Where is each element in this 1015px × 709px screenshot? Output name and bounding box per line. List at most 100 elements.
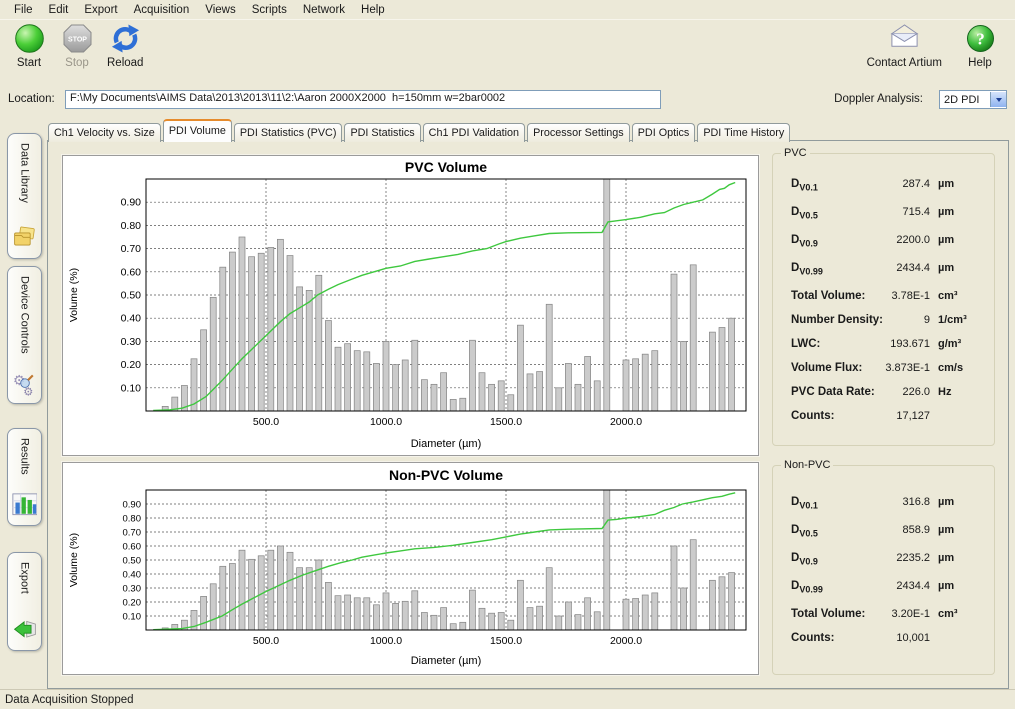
tab-ch1-pdi-validation[interactable]: Ch1 PDI Validation [423, 123, 525, 142]
stat-unit: cm/s [938, 362, 982, 374]
tab-strip: Ch1 Velocity vs. SizePDI VolumePDI Stati… [48, 119, 792, 141]
stat-unit: 1/cm³ [938, 314, 982, 326]
stat-label: Total Volume: [791, 608, 865, 620]
stat-row-dv0-99: DV0.992434.4µm [773, 262, 994, 290]
pvc-stats-group: PVCDV0.1287.4µmDV0.5715.4µmDV0.92200.0µm… [772, 153, 995, 446]
location-row: Location: F:\My Documents\AIMS Data\2013… [0, 88, 1015, 114]
svg-text:Volume (%): Volume (%) [68, 268, 80, 322]
reload-icon [110, 23, 141, 54]
sidebar-item-export[interactable]: Export [7, 552, 42, 651]
stat-value: 2434.4 [823, 580, 930, 592]
stat-value: 2200.0 [818, 234, 930, 246]
stop-icon: STOP [62, 23, 93, 54]
tab-ch1-velocity-vs-size[interactable]: Ch1 Velocity vs. Size [48, 123, 161, 142]
stat-unit: µm [938, 178, 982, 190]
stat-label: Total Volume: [791, 290, 865, 302]
stat-row-dv0-5: DV0.5715.4µm [773, 206, 994, 234]
stat-value: 858.9 [818, 524, 930, 536]
menu-item-export[interactable]: Export [76, 2, 125, 18]
svg-text:PVC Volume: PVC Volume [405, 159, 487, 175]
sidebar-item-device-controls[interactable]: Device Controls⚙⚙ [7, 266, 42, 404]
svg-text:0.90: 0.90 [121, 197, 142, 209]
chevron-down-icon[interactable] [990, 92, 1006, 107]
location-input[interactable]: F:\My Documents\AIMS Data\2013\2013\11\2… [65, 90, 661, 109]
reload-label: Reload [107, 57, 143, 69]
svg-text:0.80: 0.80 [121, 220, 142, 232]
stat-row-dv0-1: DV0.1316.8µm [773, 496, 994, 524]
stat-label: DV0.5 [791, 206, 818, 220]
menu-item-scripts[interactable]: Scripts [244, 2, 295, 18]
svg-text:Non-PVC Volume: Non-PVC Volume [389, 467, 503, 483]
stat-unit: cm³ [938, 290, 982, 302]
svg-text:1000.0: 1000.0 [370, 635, 402, 647]
stat-value: 193.671 [820, 338, 930, 350]
menu-item-edit[interactable]: Edit [41, 2, 77, 18]
envelope-icon [889, 23, 920, 54]
svg-text:1500.0: 1500.0 [490, 635, 522, 647]
stat-label: Counts: [791, 410, 834, 422]
help-label: Help [968, 57, 992, 69]
stat-value: 287.4 [818, 178, 930, 190]
stat-label: DV0.99 [791, 580, 823, 594]
svg-text:0.60: 0.60 [123, 542, 142, 553]
svg-text:500.0: 500.0 [253, 416, 279, 428]
stat-row-dv0-5: DV0.5858.9 µm [773, 524, 994, 552]
contact-artium-label: Contact Artium [867, 57, 942, 69]
svg-text:0.40: 0.40 [123, 570, 142, 581]
non-pvc-volume-chart: 0.100.200.300.400.500.600.700.800.90500.… [62, 462, 759, 675]
stat-unit: cm³ [938, 608, 982, 620]
stat-unit: µm [938, 524, 982, 536]
status-text: Data Acquisition Stopped [5, 694, 134, 706]
svg-text:0.70: 0.70 [121, 243, 142, 255]
sidebar-item-data-library[interactable]: Data Library [7, 133, 42, 259]
stat-row-number-density: Number Density:91/cm³ [773, 314, 994, 338]
tab-pdi-statistics-pvc[interactable]: PDI Statistics (PVC) [234, 123, 343, 142]
stat-value: 3.873E-1 [862, 362, 930, 374]
non-pvc-stats-group: Non-PVCDV0.1316.8µmDV0.5858.9µmDV0.92235… [772, 465, 995, 675]
menu-item-help[interactable]: Help [353, 2, 393, 18]
help-button[interactable]: ? Help [959, 22, 1001, 70]
menu-item-views[interactable]: Views [197, 2, 243, 18]
svg-text:Volume (%): Volume (%) [68, 533, 80, 587]
doppler-analysis-select[interactable]: 2D PDI [939, 90, 1007, 109]
tab-pdi-optics[interactable]: PDI Optics [632, 123, 696, 142]
tab-pdi-volume[interactable]: PDI Volume [163, 119, 232, 142]
svg-text:2000.0: 2000.0 [610, 416, 642, 428]
pvc-volume-chart: 0.100.200.300.400.500.600.700.800.90500.… [62, 155, 759, 456]
menu-item-file[interactable]: File [6, 2, 41, 18]
contact-artium-button[interactable]: Contact Artium [864, 22, 945, 70]
sidebar-item-results[interactable]: Results [7, 428, 42, 526]
tab-pdi-statistics[interactable]: PDI Statistics [344, 123, 420, 142]
svg-text:1500.0: 1500.0 [490, 416, 522, 428]
svg-text:0.60: 0.60 [121, 266, 142, 278]
toolbar-left-group: StartSTOPStop Reload [8, 22, 146, 70]
stat-unit: µm [938, 234, 982, 246]
svg-text:500.0: 500.0 [253, 635, 279, 647]
menu-item-network[interactable]: Network [295, 2, 353, 18]
svg-text:0.90: 0.90 [123, 500, 142, 511]
svg-text:2000.0: 2000.0 [610, 635, 642, 647]
export-arrow-icon [12, 618, 38, 644]
stat-row-dv0-99: DV0.992434.4µm [773, 580, 994, 608]
stat-label: DV0.1 [791, 496, 818, 510]
menu-item-acquisition[interactable]: Acquisition [126, 2, 198, 18]
svg-text:0.20: 0.20 [121, 359, 142, 371]
start-button[interactable]: Start [8, 22, 50, 70]
svg-text:?: ? [976, 30, 985, 49]
svg-text:1000.0: 1000.0 [370, 416, 402, 428]
menu-bar: FileEditExportAcquisitionViewsScriptsNet… [0, 0, 1015, 20]
stop-button[interactable]: STOPStop [56, 22, 98, 70]
stat-label: DV0.5 [791, 524, 818, 538]
svg-text:Diameter (µm): Diameter (µm) [411, 438, 482, 450]
tab-processor-settings[interactable]: Processor Settings [527, 123, 630, 142]
location-label: Location: [8, 93, 55, 105]
stat-value: 3.78E-1 [865, 290, 930, 302]
tab-pdi-time-history[interactable]: PDI Time History [697, 123, 790, 142]
non-pvc-group-title: Non-PVC [781, 459, 833, 471]
svg-text:0.30: 0.30 [123, 584, 142, 595]
stat-value: 9 [883, 314, 930, 326]
stat-value: 316.8 [818, 496, 930, 508]
toolbar-right-group: Contact Artium? Help [864, 22, 1001, 70]
reload-button[interactable]: Reload [104, 22, 146, 70]
gears-icon: ⚙⚙ [12, 371, 38, 397]
